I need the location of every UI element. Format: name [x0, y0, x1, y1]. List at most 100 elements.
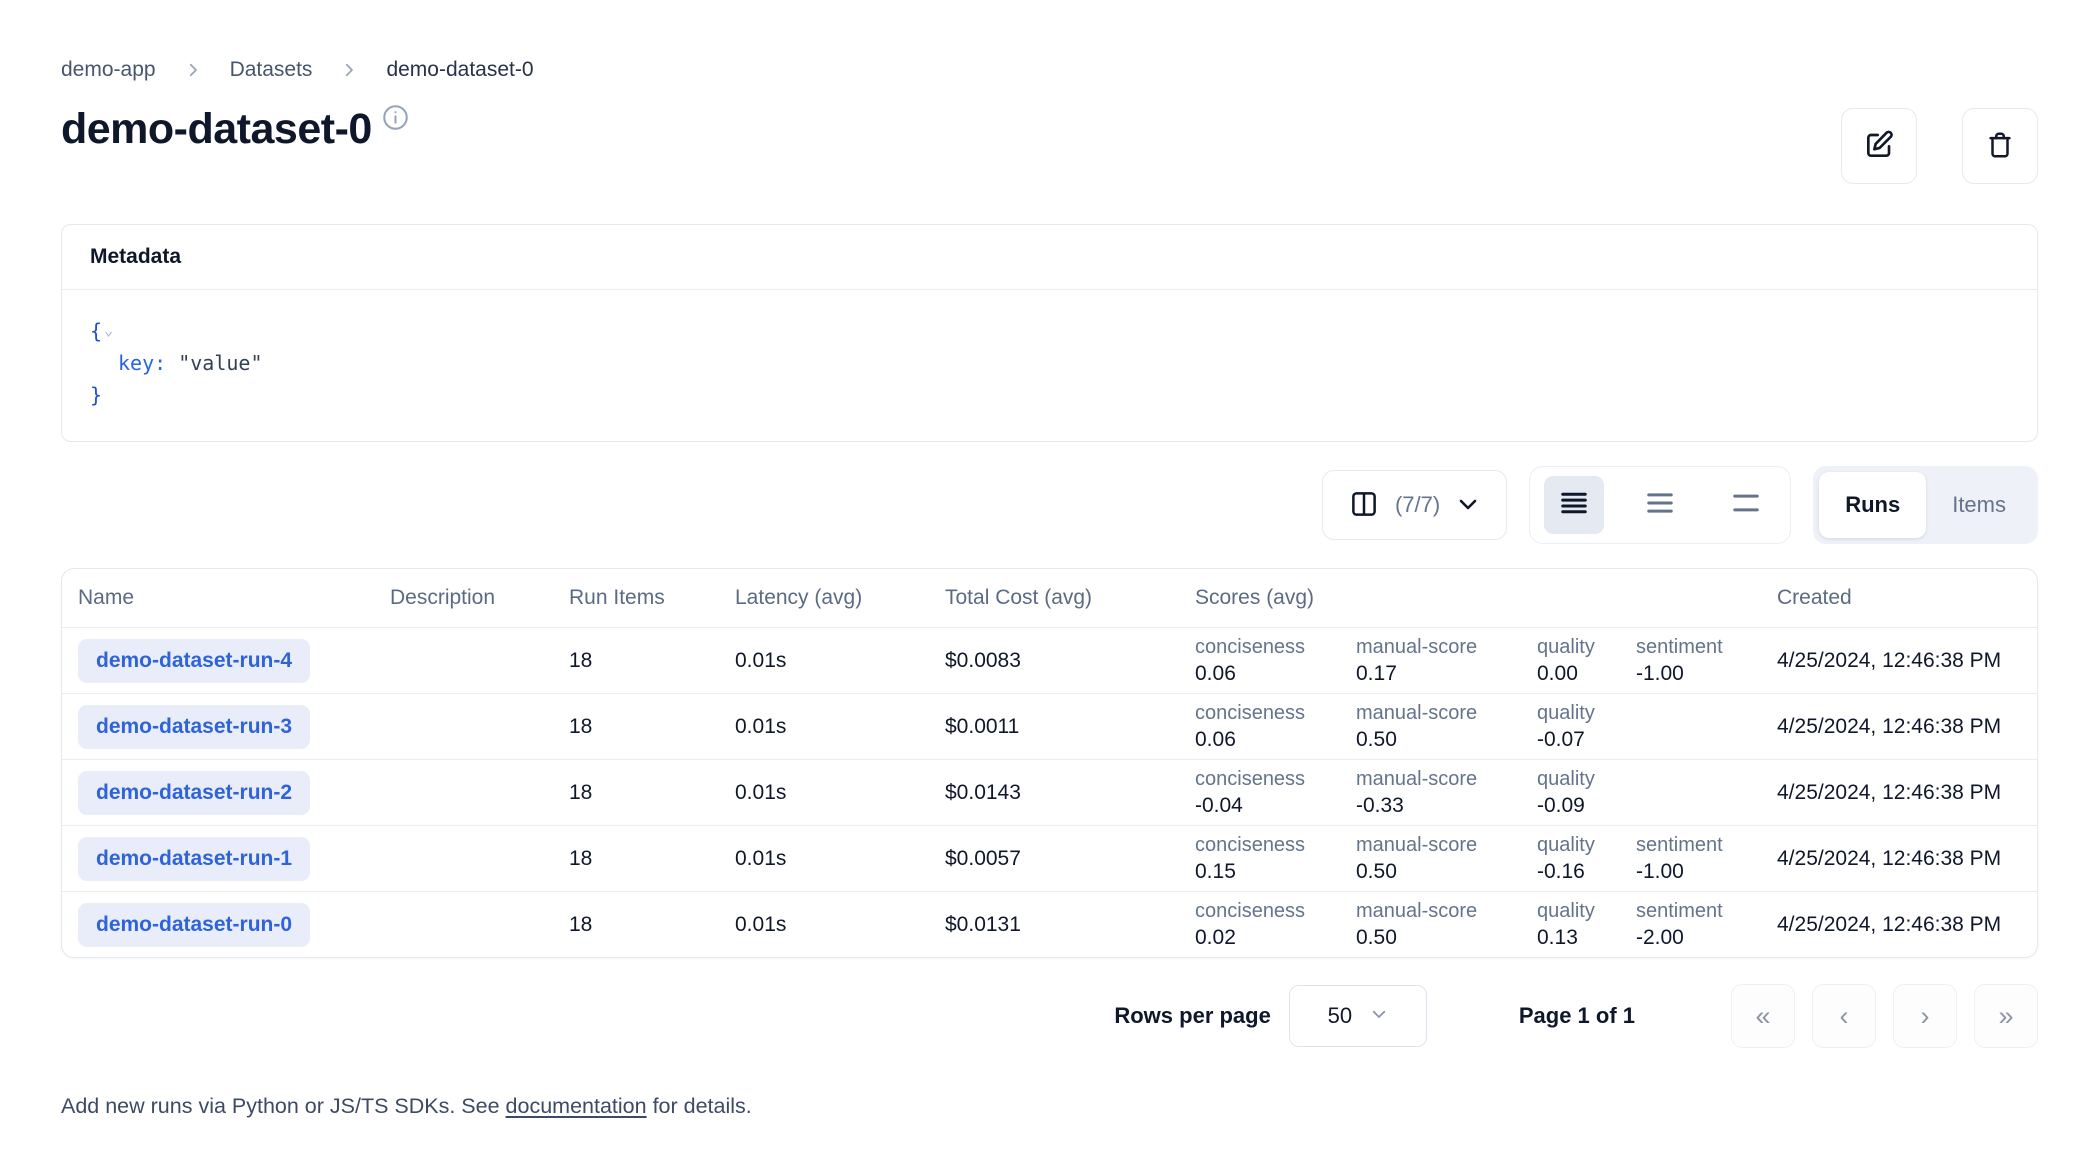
row-height-large-button[interactable]	[1716, 476, 1776, 534]
collapse-caret-icon[interactable]: ⌄	[104, 321, 113, 339]
score-label: manual-score	[1356, 899, 1537, 924]
header-run-items: Run Items	[569, 586, 735, 610]
run-link[interactable]: demo-dataset-run-2	[78, 771, 310, 815]
rows-large-icon	[1731, 488, 1761, 523]
score-item: conciseness0.06	[1195, 635, 1356, 687]
first-page-button[interactable]: «	[1731, 984, 1795, 1048]
score-value: -1.00	[1636, 660, 1777, 687]
tab-items[interactable]: Items	[1926, 472, 2032, 538]
score-item: sentiment-1.00	[1636, 833, 1777, 885]
next-page-button[interactable]: ›	[1893, 984, 1957, 1048]
score-item: manual-score0.50	[1356, 701, 1537, 753]
header-description: Description	[390, 586, 569, 610]
table-row: demo-dataset-run-0180.01s$0.0131concisen…	[62, 891, 2037, 957]
table-row: demo-dataset-run-2180.01s$0.0143concisen…	[62, 759, 2037, 825]
score-label: manual-score	[1356, 701, 1537, 726]
created-cell: 4/25/2024, 12:46:38 PM	[1777, 913, 2038, 937]
score-value: -1.00	[1636, 858, 1777, 885]
page-title: demo-dataset-0	[61, 106, 372, 153]
tab-runs[interactable]: Runs	[1819, 472, 1926, 538]
score-label: sentiment	[1636, 833, 1777, 858]
table-header-row: Name Description Run Items Latency (avg)…	[62, 569, 2037, 627]
chevron-down-icon	[1370, 1003, 1388, 1029]
run-link[interactable]: demo-dataset-run-3	[78, 705, 310, 749]
score-item: conciseness0.15	[1195, 833, 1356, 885]
edit-icon	[1863, 129, 1895, 164]
run-link[interactable]: demo-dataset-run-1	[78, 837, 310, 881]
metadata-panel-title: Metadata	[62, 225, 2037, 290]
rows-per-page-select[interactable]: 50	[1289, 985, 1427, 1047]
table-row: demo-dataset-run-3180.01s$0.0011concisen…	[62, 693, 2037, 759]
breadcrumb-item-current[interactable]: demo-dataset-0	[386, 58, 533, 82]
header-scores: Scores (avg)	[1187, 586, 1777, 610]
documentation-link[interactable]: documentation	[506, 1094, 647, 1118]
score-value: -0.33	[1356, 792, 1537, 819]
score-label: conciseness	[1195, 899, 1356, 924]
delete-dataset-button[interactable]	[1962, 108, 2038, 184]
run-link[interactable]: demo-dataset-run-4	[78, 639, 310, 683]
breadcrumb-item-datasets[interactable]: Datasets	[230, 58, 313, 82]
breadcrumb-item-project[interactable]: demo-app	[61, 58, 156, 82]
column-visibility-count: (7/7)	[1395, 492, 1440, 518]
score-item: quality-0.16	[1537, 833, 1636, 885]
score-label: manual-score	[1356, 833, 1537, 858]
row-height-small-button[interactable]	[1544, 476, 1604, 534]
column-visibility-button[interactable]: (7/7)	[1322, 470, 1507, 540]
header-name: Name	[76, 586, 390, 610]
score-value: -2.00	[1636, 924, 1777, 951]
scores-cell: conciseness0.15manual-score0.50quality-0…	[1187, 833, 1777, 885]
header-created: Created	[1777, 586, 2038, 610]
table-toolbar: (7/7) Runs Ite	[61, 466, 2038, 544]
score-value: 0.06	[1195, 726, 1356, 753]
total-cost-cell: $0.0143	[945, 781, 1187, 805]
score-item: conciseness0.06	[1195, 701, 1356, 753]
trash-icon	[1985, 130, 2015, 163]
json-line-open[interactable]: {⌄	[90, 314, 2009, 347]
score-label: conciseness	[1195, 767, 1356, 792]
run-items-cell: 18	[569, 649, 735, 673]
name-cell: demo-dataset-run-4	[76, 639, 390, 683]
created-cell: 4/25/2024, 12:46:38 PM	[1777, 847, 2038, 871]
run-items-cell: 18	[569, 847, 735, 871]
table-row: demo-dataset-run-1180.01s$0.0057concisen…	[62, 825, 2037, 891]
run-items-cell: 18	[569, 781, 735, 805]
score-value: 0.13	[1537, 924, 1636, 951]
score-item: conciseness0.02	[1195, 899, 1356, 951]
score-label: quality	[1537, 635, 1636, 660]
last-page-button[interactable]: »	[1974, 984, 2038, 1048]
score-item: conciseness-0.04	[1195, 767, 1356, 819]
scores-cell: conciseness0.06manual-score0.50quality-0…	[1187, 701, 1777, 753]
run-items-cell: 18	[569, 715, 735, 739]
pagination-bar: Rows per page 50 Page 1 of 1 « ‹ › »	[61, 984, 2038, 1048]
row-height-medium-button[interactable]	[1630, 476, 1690, 534]
rows-per-page-label: Rows per page	[1114, 1003, 1270, 1029]
run-items-cell: 18	[569, 913, 735, 937]
score-label: sentiment	[1636, 635, 1777, 660]
breadcrumb: demo-app Datasets demo-dataset-0	[61, 58, 2038, 82]
score-value: 0.00	[1537, 660, 1636, 687]
scores-cell: conciseness0.06manual-score0.17quality0.…	[1187, 635, 1777, 687]
score-label: manual-score	[1356, 767, 1537, 792]
latency-cell: 0.01s	[735, 781, 945, 805]
rows-small-icon	[1559, 488, 1589, 523]
total-cost-cell: $0.0057	[945, 847, 1187, 871]
name-cell: demo-dataset-run-1	[76, 837, 390, 881]
score-value: 0.50	[1356, 858, 1537, 885]
footer-text-before: Add new runs via Python or JS/TS SDKs. S…	[61, 1094, 506, 1118]
total-cost-cell: $0.0011	[945, 715, 1187, 739]
score-item: sentiment-2.00	[1636, 899, 1777, 951]
score-item: quality-0.09	[1537, 767, 1636, 819]
previous-page-button[interactable]: ‹	[1812, 984, 1876, 1048]
scores-cell: conciseness0.02manual-score0.50quality0.…	[1187, 899, 1777, 951]
chevron-right-icon	[340, 61, 358, 79]
edit-dataset-button[interactable]	[1841, 108, 1917, 184]
score-value: 0.06	[1195, 660, 1356, 687]
table-row: demo-dataset-run-4180.01s$0.0083concisen…	[62, 627, 2037, 693]
latency-cell: 0.01s	[735, 649, 945, 673]
scores-cell: conciseness-0.04manual-score-0.33quality…	[1187, 767, 1777, 819]
score-label: quality	[1537, 899, 1636, 924]
run-link[interactable]: demo-dataset-run-0	[78, 903, 310, 947]
info-icon[interactable]	[382, 104, 409, 136]
header-latency: Latency (avg)	[735, 586, 945, 610]
score-value: -0.16	[1537, 858, 1636, 885]
